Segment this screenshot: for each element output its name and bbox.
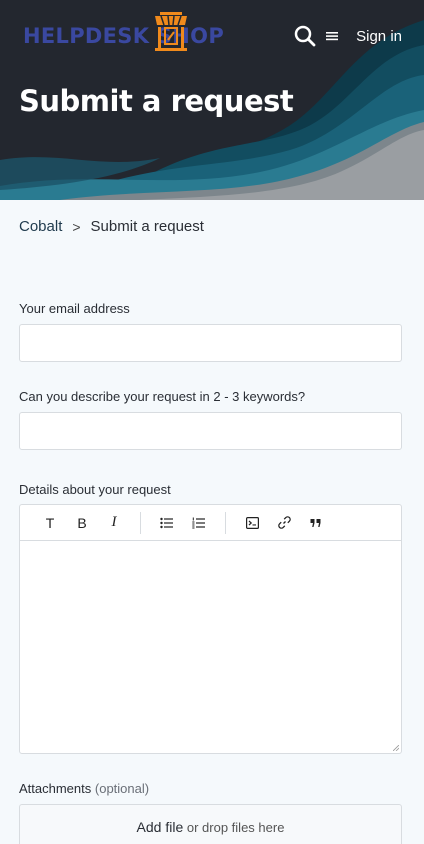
hero-header: HELPDESK SHOP Sign in Submit a request <box>0 0 424 200</box>
keywords-label: Can you describe your request in 2 - 3 k… <box>19 389 306 404</box>
breadcrumb-separator: > <box>72 218 81 235</box>
add-file-link[interactable]: Add file <box>137 819 184 835</box>
keywords-field[interactable] <box>19 412 402 450</box>
header-actions: Sign in <box>293 24 402 48</box>
numbered-list-icon <box>192 517 205 528</box>
editor-toolbar: T B I <box>20 505 401 541</box>
email-field[interactable] <box>19 324 402 362</box>
breadcrumb: Cobalt > Submit a request <box>19 218 204 235</box>
details-label: Details about your request <box>19 482 171 497</box>
resize-grip-icon[interactable] <box>393 745 399 751</box>
email-label: Your email address <box>19 301 130 316</box>
breadcrumb-item-current: Submit a request <box>90 218 204 235</box>
sign-in-link[interactable]: Sign in <box>356 28 402 45</box>
bold-button[interactable]: B <box>66 509 98 537</box>
attachments-label: Attachments (optional) <box>19 781 149 796</box>
bulleted-list-button[interactable] <box>151 509 183 537</box>
attachments-optional-text: (optional) <box>94 781 150 796</box>
italic-icon: I <box>111 514 117 530</box>
details-editor: T B I <box>19 504 402 754</box>
code-block-button[interactable] <box>236 509 268 537</box>
link-button[interactable] <box>268 509 300 537</box>
toolbar-divider <box>225 511 226 534</box>
attachment-dropzone[interactable]: Add file or drop files here <box>19 804 402 844</box>
italic-button[interactable]: I <box>98 509 130 537</box>
page-title: Submit a request <box>19 84 294 118</box>
details-textarea[interactable] <box>20 541 401 753</box>
text-format-icon: T <box>45 514 55 531</box>
code-block-icon <box>245 516 259 529</box>
toolbar-divider <box>140 511 141 534</box>
logo-text: HELPDESK SHOP <box>23 24 225 48</box>
link-icon <box>277 516 291 529</box>
drop-files-text: or drop files here <box>186 820 285 835</box>
quote-button[interactable] <box>300 509 332 537</box>
numbered-list-button[interactable] <box>183 509 215 537</box>
quote-icon <box>310 518 321 527</box>
text-format-button[interactable]: T <box>34 509 66 537</box>
bulleted-list-icon <box>160 517 173 528</box>
attachments-label-text: Attachments <box>19 781 92 796</box>
search-icon[interactable] <box>293 24 317 48</box>
hamburger-menu-icon[interactable] <box>325 29 339 43</box>
bold-icon: B <box>77 514 87 531</box>
breadcrumb-item-cobalt[interactable]: Cobalt <box>19 218 62 235</box>
helpdesk-shop-logo[interactable]: HELPDESK SHOP <box>23 10 225 60</box>
shop-storefront-icon <box>155 12 187 51</box>
